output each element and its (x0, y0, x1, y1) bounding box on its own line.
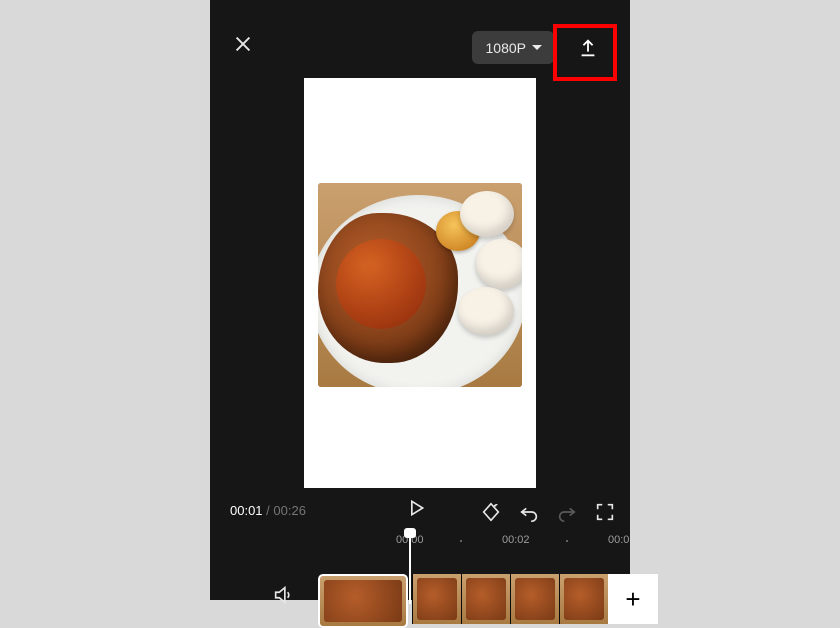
fullscreen-icon (594, 501, 616, 523)
right-controls (480, 501, 616, 523)
playback-controls: 00:01 / 00:26 (210, 498, 630, 528)
mute-button[interactable] (272, 584, 296, 608)
playhead[interactable] (409, 534, 411, 604)
ruler-tick: 00:0 (608, 534, 629, 546)
chevron-down-icon (532, 45, 542, 50)
clip-thumbnail[interactable] (412, 574, 461, 624)
timecode-current: 00:01 (230, 503, 263, 518)
export-icon (577, 37, 599, 59)
keyframe-button[interactable] (480, 501, 502, 523)
redo-icon (556, 501, 578, 523)
preview-frame-image (318, 183, 522, 387)
undo-button[interactable] (518, 501, 540, 523)
resolution-button[interactable]: 1080P (472, 31, 554, 64)
clip-thumbnail[interactable] (559, 574, 608, 624)
timeline-ruler[interactable]: 00:00 00:02 00:0 (210, 534, 630, 554)
resolution-label: 1080P (486, 40, 526, 56)
timeline-track[interactable]: + (210, 556, 630, 616)
clip-thumbnail[interactable] (510, 574, 559, 624)
keyframe-icon (480, 501, 502, 523)
timecode-separator: / (263, 503, 274, 518)
play-button[interactable] (406, 498, 434, 526)
close-button[interactable] (232, 33, 264, 65)
ruler-dot (566, 540, 568, 542)
ruler-dot (460, 540, 462, 542)
add-clip-button[interactable]: + (608, 574, 658, 624)
redo-button[interactable] (556, 501, 578, 523)
undo-icon (518, 501, 540, 523)
video-preview[interactable] (304, 78, 536, 488)
timecode-duration: 00:26 (273, 503, 306, 518)
export-button[interactable] (571, 31, 605, 65)
timecode: 00:01 / 00:26 (230, 503, 306, 518)
selected-clip[interactable] (318, 574, 408, 628)
speaker-icon (272, 584, 294, 606)
play-icon (406, 498, 426, 518)
close-icon (232, 33, 254, 55)
clip-thumbnails[interactable]: + (412, 574, 658, 624)
top-bar: 1080P (210, 25, 630, 73)
ruler-tick: 00:02 (502, 534, 530, 546)
fullscreen-button[interactable] (594, 501, 616, 523)
editor-screen: 1080P 00:01 / 00:26 (210, 0, 630, 600)
clip-thumbnail[interactable] (461, 574, 510, 624)
